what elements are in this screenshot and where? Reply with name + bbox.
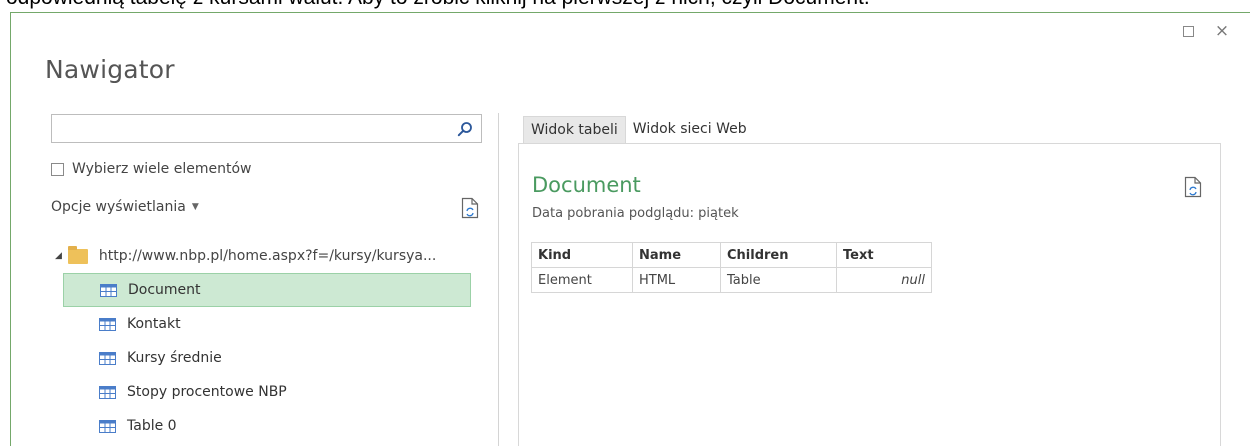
folder-icon <box>67 245 88 264</box>
expand-arrow-icon[interactable]: ◢ <box>55 251 62 261</box>
tree-item-label: Table 0 <box>127 418 177 434</box>
page-caption: odpowiednią tabelę z kursami walut. Aby … <box>0 0 1250 12</box>
tree-item-stopy-procentowe[interactable]: Stopy procentowe NBP <box>63 375 471 409</box>
refresh-icon[interactable] <box>461 197 479 219</box>
table-cell: null <box>836 267 932 293</box>
table-cell: Table <box>720 267 837 293</box>
search-box[interactable] <box>51 114 482 143</box>
search-input[interactable] <box>52 115 447 142</box>
preview-title: Document <box>532 173 641 197</box>
search-icon[interactable] <box>457 121 473 137</box>
table-icon <box>99 419 116 433</box>
column-header-kind[interactable]: Kind <box>531 242 633 268</box>
preview-table: Kind Name Children Text Element HTML Tab… <box>531 242 932 293</box>
column-header-text[interactable]: Text <box>836 242 932 268</box>
preview-subtitle: Data pobrania podglądu: piątek <box>532 206 739 221</box>
maximize-icon <box>1182 26 1194 37</box>
multi-select-option[interactable]: Wybierz wiele elementów <box>51 160 251 178</box>
tree-item-kontakt[interactable]: Kontakt <box>63 307 471 341</box>
tree-root-label: http://www.nbp.pl/home.aspx?f=/kursy/kur… <box>98 248 437 264</box>
table-icon <box>99 385 116 399</box>
column-header-children[interactable]: Children <box>720 242 837 268</box>
maximize-button[interactable] <box>1177 19 1199 43</box>
tab-table-view[interactable]: Widok tabeli <box>523 116 626 143</box>
tab-web-view[interactable]: Widok sieci Web <box>626 116 754 143</box>
navigator-dialog: × Nawigator Wybierz wiele elementów Opcj… <box>10 12 1250 446</box>
preview-tabs: Widok tabeli Widok sieci Web <box>523 116 754 143</box>
tree-item-kursy-srednie[interactable]: Kursy średnie <box>63 341 471 375</box>
table-icon <box>100 283 117 297</box>
table-cell: HTML <box>632 267 721 293</box>
tree-item-label: Kontakt <box>127 316 181 332</box>
dialog-title: Nawigator <box>45 55 175 84</box>
caption-text: odpowiednią tabelę z kursami walut. Aby … <box>6 0 870 10</box>
table-icon <box>99 351 116 365</box>
table-icon <box>99 317 116 331</box>
close-icon: × <box>1214 21 1230 41</box>
tree-item-table-0[interactable]: Table 0 <box>63 409 471 443</box>
pane-splitter[interactable] <box>498 113 499 446</box>
preview-pane: Document Data pobrania podglądu: piątek … <box>518 143 1221 446</box>
table-header-row: Kind Name Children Text <box>531 242 932 268</box>
dropdown-caret-icon: ▼ <box>191 202 199 212</box>
navigator-tree: ◢ http://www.nbp.pl/home.aspx?f=/kursy/k… <box>51 239 491 443</box>
table-row: Element HTML Table null <box>531 267 932 293</box>
tree-item-label: Document <box>128 282 201 298</box>
display-options-dropdown[interactable]: Opcje wyświetlania ▼ <box>51 199 199 215</box>
multi-select-checkbox[interactable] <box>51 162 64 176</box>
tree-item-document[interactable]: Document <box>63 273 471 307</box>
table-cell: Element <box>531 267 633 293</box>
tree-root-node[interactable]: ◢ http://www.nbp.pl/home.aspx?f=/kursy/k… <box>51 239 491 273</box>
display-options-label: Opcje wyświetlania <box>51 199 186 215</box>
column-header-name[interactable]: Name <box>632 242 721 268</box>
close-button[interactable]: × <box>1211 19 1233 43</box>
tree-item-label: Kursy średnie <box>127 350 222 366</box>
tree-item-label: Stopy procentowe NBP <box>127 384 287 400</box>
multi-select-label: Wybierz wiele elementów <box>72 161 252 177</box>
refresh-icon[interactable] <box>1184 176 1202 198</box>
